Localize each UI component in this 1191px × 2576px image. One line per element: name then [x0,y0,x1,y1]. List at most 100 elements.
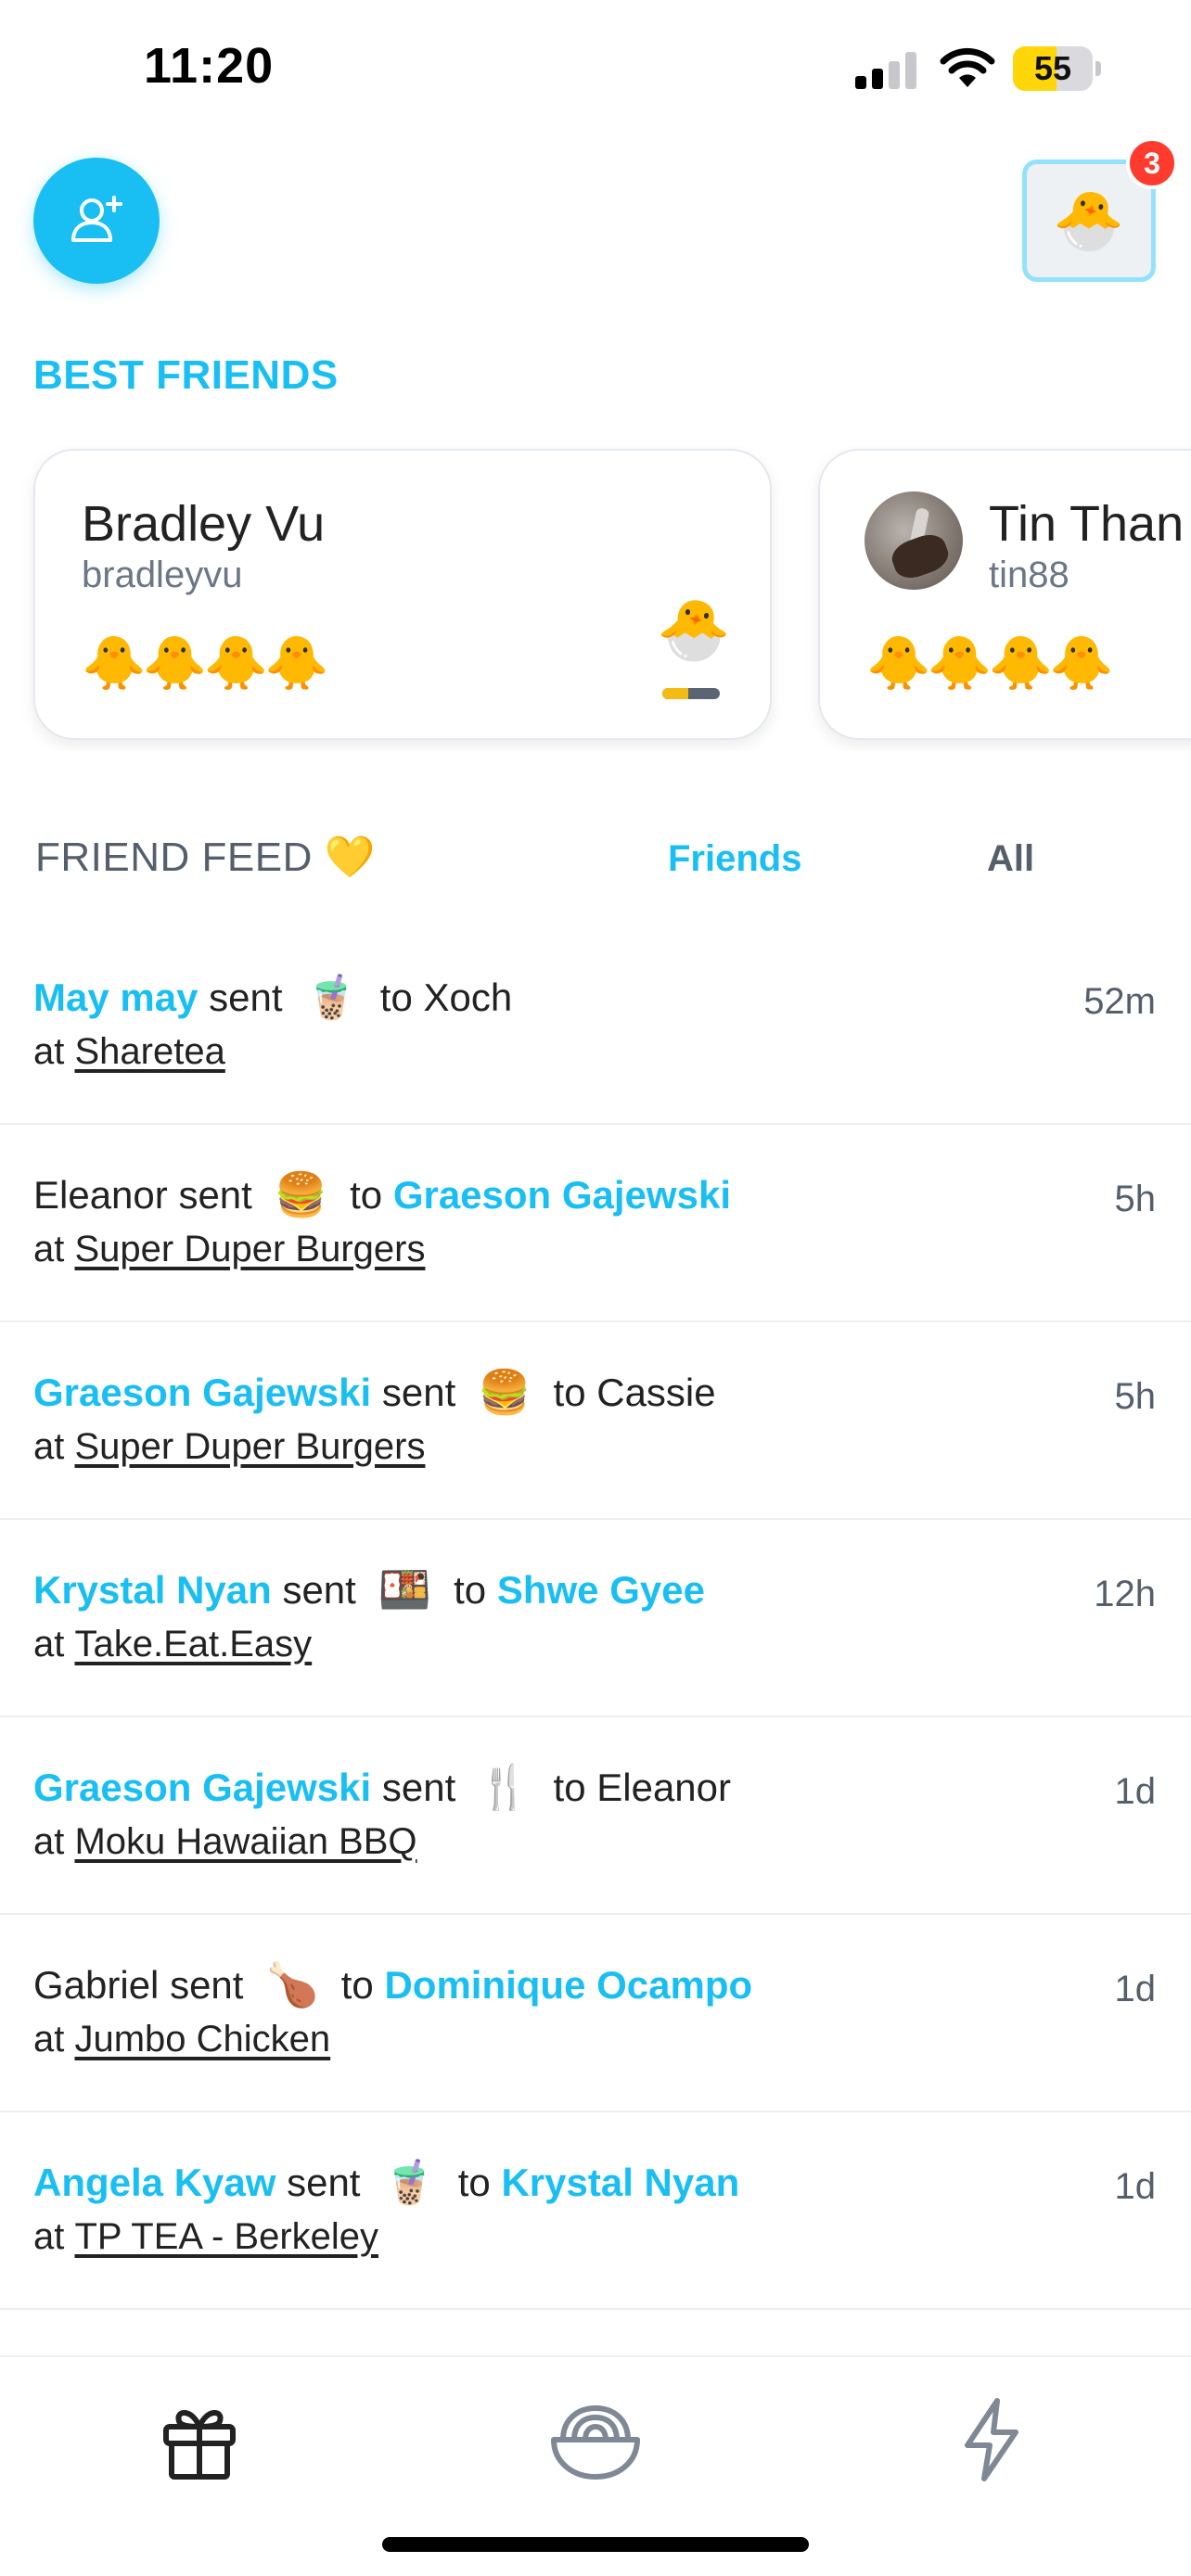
notification-badge: 3 [1126,137,1178,189]
noodle-bowl-icon [551,2404,640,2480]
feed-sender-name: Gabriel [33,1962,160,2007]
feed-sent-word: sent [170,1962,244,2007]
avatar [864,491,963,590]
feed-timestamp: 1d [1114,1771,1157,1812]
lightning-icon [965,2398,1018,2481]
feed-sent-word: sent [209,975,283,1019]
friendship-chicks: 🐥🐥🐥🐥 [866,633,1114,692]
feed-to-word: to [379,975,413,1019]
feed-timestamp: 52m [1083,981,1156,1022]
nav-gifts[interactable] [148,2389,250,2491]
feed-sent-word: sent [178,1172,252,1217]
add-friend-button[interactable] [33,158,160,284]
gift-emoji-icon: 🍗 [265,1960,319,2009]
feed-sender-name: Eleanor [33,1172,168,1217]
feed-item[interactable]: Eleanor sent 🍔 to Graeson Gajewski at Super… [0,1125,1191,1322]
place-link[interactable]: Jumbo Chicken [74,2019,330,2060]
feed-recipient-name: Xoch [423,975,513,1019]
feed-item[interactable]: Gabriel sent 🍗 to Dominique Ocampo at Jumbo… [0,1915,1191,2112]
best-friend-card[interactable]: Tin Than tin88 🐥🐥🐥🐥 [818,449,1191,740]
place-link[interactable]: Moku Hawaiian BBQ [74,1821,416,1862]
friendship-progress-bar [662,688,720,699]
status-time: 11:20 [144,38,275,94]
feed-timestamp: 5h [1114,1179,1157,1219]
feed-to-word: to [350,1172,383,1217]
tab-all[interactable]: All [987,838,1034,880]
place-link[interactable]: Take.Eat.Easy [74,1624,312,1664]
place-link[interactable]: Sharetea [74,1031,224,1072]
feed-item-summary: Angela Kyaw sent 🧋 to Krystal Nyan [33,2157,739,2208]
feed-recipient-name: Eleanor [596,1765,731,1809]
feed-recipient-name[interactable]: Dominique Ocampo [384,1963,752,2008]
gift-icon [163,2410,236,2480]
tab-friends[interactable]: Friends [668,838,801,880]
best-friends-title: BEST FRIENDS [33,352,339,398]
feed-sender-name[interactable]: Angela Kyaw [33,2161,275,2205]
feed-at-word: at [33,1426,65,1467]
feed-sent-word: sent [381,1765,456,1809]
best-friends-carousel[interactable]: Bradley Vu bradleyvu 🐥🐥🐥🐥 🐣 Tin Than tin… [0,445,1191,751]
feed-at-word: at [33,1624,65,1664]
feed-item-summary: Gabriel sent 🍗 to Dominique Ocampo [33,1959,752,2010]
feed-item-summary: Graeson Gajewski sent 🍔 to Cassie [33,1367,716,1418]
feed-timestamp: 1d [1114,2166,1157,2207]
feed-at-word: at [33,1821,65,1862]
nav-food[interactable] [544,2389,647,2491]
wifi-icon [939,46,996,89]
feed-at-word: at [33,1229,65,1269]
feed-item[interactable]: Graeson Gajewski sent 🍴 to Eleanor at Moku … [0,1717,1191,1915]
battery-level: 55 [1033,49,1072,87]
feed-recipient-name[interactable]: Shwe Gyee [497,1568,705,1613]
feed-sender-name[interactable]: Graeson Gajewski [33,1371,371,1415]
feed-sender-name[interactable]: May may [33,976,198,1020]
feed-item-location: at Jumbo Chicken [33,2019,330,2060]
feed-item[interactable]: May may sent 🧋 to Xoch at Sharetea 52m [0,927,1191,1125]
feed-recipient-name: Cassie [596,1370,716,1414]
feed-to-word: to [553,1370,586,1414]
feed-timestamp: 5h [1114,1376,1157,1417]
feed-to-word: to [553,1765,586,1809]
feed-sender-name[interactable]: Graeson Gajewski [33,1766,371,1810]
feed-item-location: at Take.Eat.Easy [33,1624,312,1665]
feed-recipient-name[interactable]: Graeson Gajewski [393,1173,731,1218]
feed-timestamp: 12h [1094,1574,1156,1614]
feed-item[interactable]: Krystal Nyan sent 🍱 to Shwe Gyee at Take.Ea… [0,1520,1191,1717]
gift-emoji-icon: 🍔 [478,1368,531,1416]
friend-feed-list: May may sent 🧋 to Xoch at Sharetea 52m Eleano… [0,927,1191,2310]
cellular-signal-icon [855,52,920,89]
place-link[interactable]: Super Duper Burgers [74,1426,425,1467]
feed-item-summary: Graeson Gajewski sent 🍴 to Eleanor [33,1762,731,1813]
feed-item-location: at Super Duper Burgers [33,1426,425,1468]
gift-emoji-icon: 🧋 [304,973,358,1021]
add-person-icon [71,196,122,242]
best-friend-username: bradleyvu [82,555,243,595]
feed-to-word: to [457,2160,491,2204]
feed-item-location: at Sharetea [33,1031,225,1073]
place-link[interactable]: Super Duper Burgers [74,1229,425,1269]
feed-sent-word: sent [282,1567,356,1612]
gift-emoji-icon: 🍴 [478,1763,531,1811]
gift-emoji-icon: 🧋 [382,2158,436,2206]
friendship-progress-fill [662,688,688,699]
feed-to-word: to [340,1962,374,2007]
feed-sent-word: sent [287,2160,361,2204]
feed-item-location: at Moku Hawaiian BBQ [33,1821,417,1863]
feed-sent-word: sent [381,1370,456,1414]
feed-recipient-name[interactable]: Krystal Nyan [501,2161,739,2205]
battery-indicator: 55 [1013,46,1102,91]
hatching-chick-icon: 🐣 [657,596,731,663]
best-friend-card[interactable]: Bradley Vu bradleyvu 🐥🐥🐥🐥 🐣 [33,449,772,740]
friendship-chicks: 🐥🐥🐥🐥 [82,633,329,692]
friend-feed-title: FRIEND FEED 💛 [35,835,376,880]
feed-item-summary: Krystal Nyan sent 🍱 to Shwe Gyee [33,1564,705,1615]
feed-item-location: at Super Duper Burgers [33,1229,425,1270]
status-bar: 11:20 55 [0,0,1191,139]
feed-sender-name[interactable]: Krystal Nyan [33,1568,272,1613]
place-link[interactable]: TP TEA - Berkeley [74,2216,378,2257]
feed-item[interactable]: Graeson Gajewski sent 🍔 to Cassie at Super … [0,1322,1191,1520]
feed-item[interactable]: Angela Kyaw sent 🧋 to Krystal Nyan at TP TE… [0,2112,1191,2310]
nav-activity[interactable] [941,2389,1043,2491]
feed-item-summary: May may sent 🧋 to Xoch [33,972,512,1023]
feed-at-word: at [33,1031,65,1072]
feed-to-word: to [454,1567,487,1612]
